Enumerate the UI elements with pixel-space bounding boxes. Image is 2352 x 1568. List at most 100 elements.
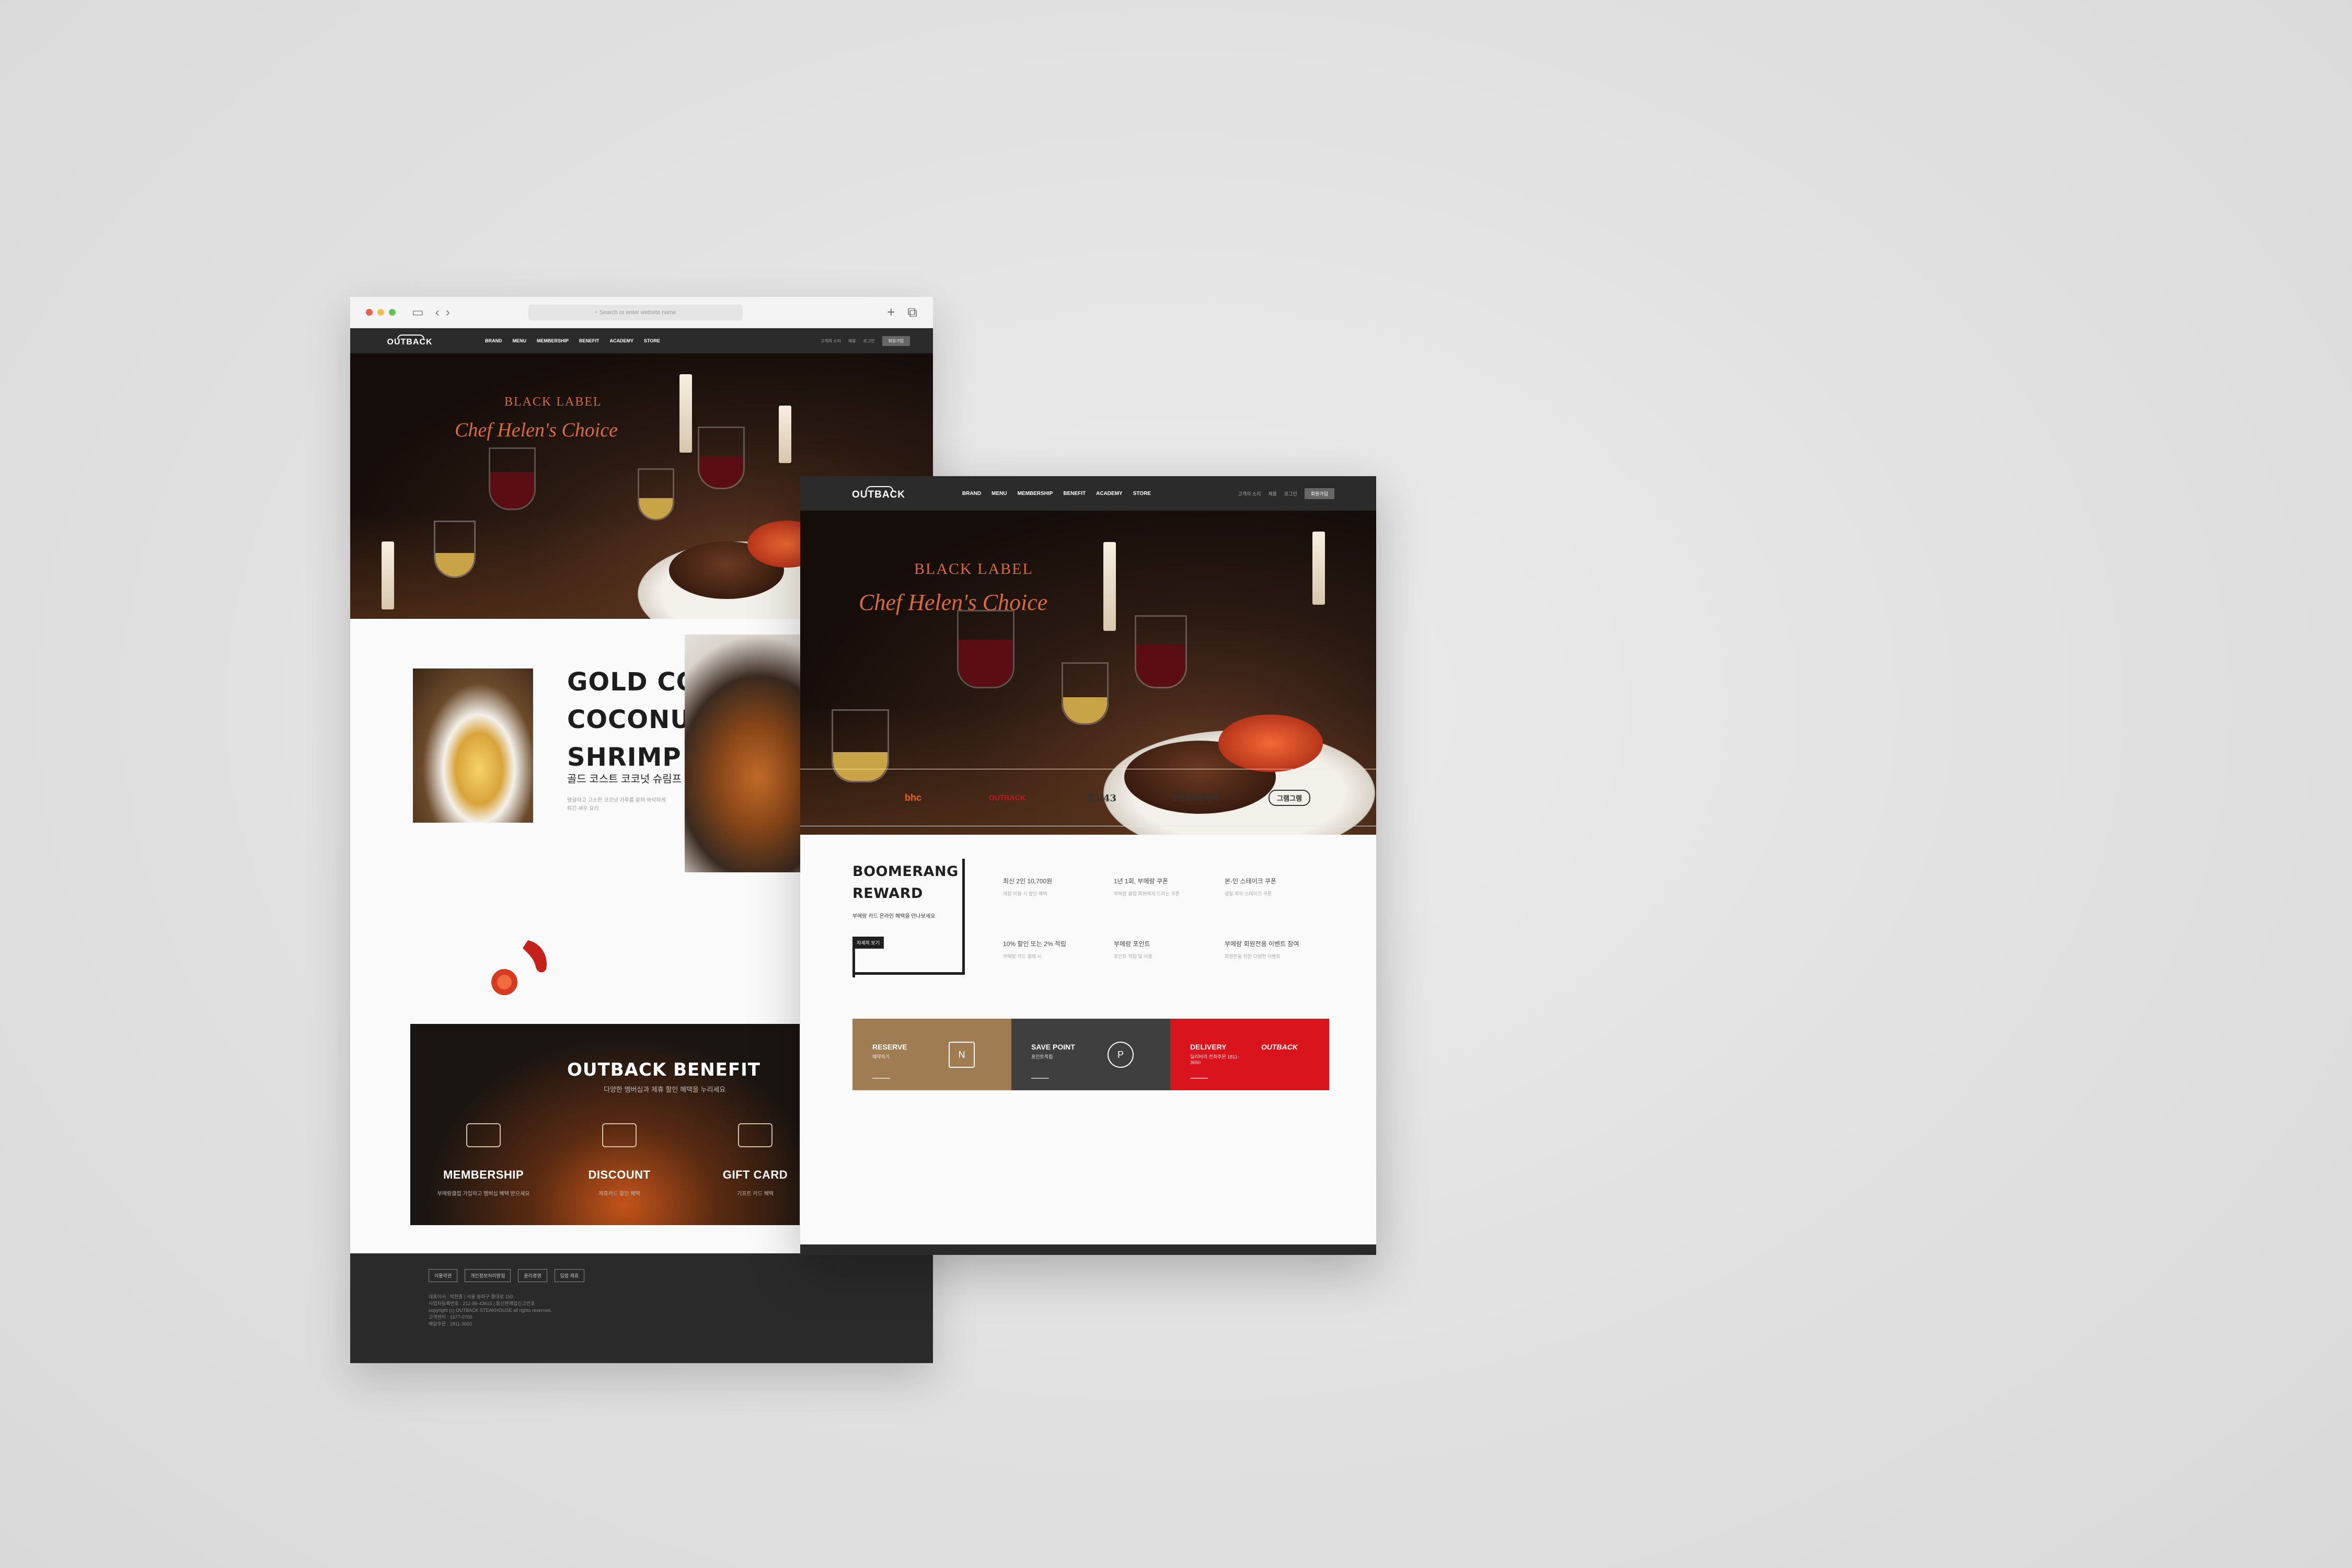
reward-feature-desc: 생일 축하 스테이크 쿠폰 [1225,891,1272,896]
candle-image [779,406,791,463]
menu-benefit[interactable]: BENEFIT [1063,491,1086,497]
forward-icon[interactable]: › [446,306,450,319]
benefit-card-membership[interactable]: MEMBERSHIP 부메랑클럽 가입하고 멤버십 혜택 받으세요 [431,1123,536,1198]
reward-feature-title: 최신 2인 10,700원 [1003,878,1053,885]
menu-store[interactable]: STORE [1133,491,1151,497]
benefit-card-desc: 기프트 카드 혜택 [737,1191,774,1197]
utility-links: 고객의 소리 채용 로그인 회원가입 [821,336,910,346]
brand-logo-bhc[interactable]: bhc [866,792,960,803]
join-button[interactable]: 회원가입 [1304,488,1334,499]
address-bar[interactable]: ⌕ Search or enter website name [528,304,743,320]
menu-benefit[interactable]: BENEFIT [579,338,599,343]
maximize-window-button[interactable] [389,309,396,316]
reward-feature: 본-인 스테이크 쿠폰 생일 축하 스테이크 쿠폰 [1225,877,1324,897]
hero-title: Chef Helen's Choice [455,419,618,441]
menu-brand[interactable]: BRAND [485,338,502,343]
footer-link-privacy[interactable]: 개인정보처리방침 [465,1269,511,1282]
family-brands-bar: bhc OUTBACK 창고43 큰맘할매순대국 그램그램 [800,769,1376,826]
address-placeholder: Search or enter website name [599,309,676,316]
reserve-icon: N [949,1042,975,1068]
wine-glass-image [1135,615,1187,688]
cta-subtitle: 딜리버리 전화주문 1811-3650 [1190,1054,1239,1065]
util-voice[interactable]: 고객의 소리 [821,338,841,344]
mockup-stage: ▭ ‹ › ⌕ Search or enter website name + ⧉… [0,0,2352,1568]
new-tab-icon[interactable]: + [887,304,895,321]
util-login[interactable]: 로그인 [1284,490,1297,497]
front-page-mockup: OUTBACK BRAND MENU MEMBERSHIP BENEFIT AC… [800,476,1376,1255]
sidebar-toggle-icon[interactable]: ▭ [412,306,424,319]
reward-feature-desc: 부메랑 클럽 회원에게 드리는 쿠폰 [1114,891,1180,896]
util-login[interactable]: 로그인 [863,338,874,344]
main-menu: BRAND MENU MEMBERSHIP BENEFIT ACADEMY ST… [962,491,1151,497]
brand-logo-gram[interactable]: 그램그램 [1269,789,1310,806]
site-footer: 이용약관 개인정보처리방침 윤리경영 입점 제휴 대표이사 : 박현종 | 서울… [350,1253,933,1363]
footer-link-terms[interactable]: 이용약관 [429,1269,458,1282]
brand-logo-sundae[interactable]: 큰맘할매순대국 [1148,792,1242,803]
menu-academy[interactable]: ACADEMY [610,338,634,343]
menu-brand[interactable]: BRAND [962,491,981,497]
benefit-card-desc: 제휴카드 할인 혜택 [598,1191,640,1197]
footer-links: 이용약관 개인정보처리방침 윤리경영 입점 제휴 [429,1269,855,1282]
delivery-button[interactable]: DELIVERY 딜리버리 전화주문 1811-3650 OUTBACK [1170,1019,1329,1090]
close-window-button[interactable] [366,309,373,316]
pepper-tomato-image [491,940,547,995]
reward-title: BOOMERANG REWARD [852,863,959,902]
footer-link-partner[interactable]: 입점 제휴 [554,1269,585,1282]
candle-image [679,374,692,453]
reserve-button[interactable]: RESERVE 예약하기 N [852,1019,1011,1090]
reward-feature-title: 부메랑 회원전용 이벤트 참여 [1225,940,1299,948]
menu-store[interactable]: STORE [644,338,660,343]
outback-delivery-logo: OUTBACK [1261,1043,1298,1051]
back-icon[interactable]: ‹ [435,306,440,319]
footer-info-line: copyright (c) OUTBACK STEAKHOUSE all rig… [429,1308,552,1313]
point-icon: P [1108,1042,1134,1068]
site-header: OUTBACK BRAND MENU MEMBERSHIP BENEFIT AC… [350,328,933,353]
reward-feature-desc: 매장 이용 시 할인 혜택 [1003,891,1047,896]
benefit-title: OUTBACK BENEFIT [567,1059,760,1080]
menu-membership[interactable]: MEMBERSHIP [1018,491,1053,497]
menu-menu[interactable]: MENU [513,338,527,343]
outback-logo[interactable]: OUTBACK [373,335,446,347]
util-recruit[interactable]: 채용 [848,338,856,344]
util-recruit[interactable]: 채용 [1268,490,1277,497]
front-footer-strip [800,1244,1376,1255]
boomerang-reward-section: BOOMERANG REWARD 부메랑 카드 온라인 혜택을 만나보세요 자세… [800,835,1376,1090]
reward-more-button[interactable]: 자세히 보기 [852,937,884,949]
white-wine-glass-image [1062,662,1109,725]
reward-feature-title: 1년 1회, 부메랑 쿠폰 [1114,878,1168,885]
minimize-window-button[interactable] [377,309,384,316]
reward-feature: 최신 2인 10,700원 매장 이용 시 할인 혜택 [1003,877,1102,897]
outback-logo[interactable]: OUTBACK [842,486,915,501]
feature-subtitle: 골드 코스트 코코넛 슈림프 [567,774,682,785]
cta-underline [1031,1078,1049,1079]
cta-underline [1190,1078,1208,1079]
hero-label: BLACK LABEL [914,560,1033,578]
benefit-card-name: MEMBERSHIP [443,1168,524,1181]
hero-label: BLACK LABEL [504,395,602,409]
feature-description: 탱글하고 고소한 코코넛 가루를 묻혀 바삭하게 튀긴 새우 요리 [567,798,666,812]
main-menu: BRAND MENU MEMBERSHIP BENEFIT ACADEMY ST… [485,338,660,343]
quick-action-row: RESERVE 예약하기 N SAVE POINT 포인트적립 P DELIVE… [852,1019,1329,1090]
brand-logo-outback[interactable]: OUTBACK [960,793,1054,802]
footer-link-ethics[interactable]: 윤리경영 [518,1269,547,1282]
menu-membership[interactable]: MEMBERSHIP [537,338,569,343]
util-voice[interactable]: 고객의 소리 [1238,490,1261,497]
tabs-overview-icon[interactable]: ⧉ [907,304,917,321]
discount-tag-icon [602,1123,637,1147]
benefit-card-gift[interactable]: GIFT CARD 기프트 카드 혜택 [703,1123,800,1198]
footer-info-line: 사업자등록번호 : 212-86-43615 | 통신판매업신고번호 [429,1301,535,1306]
candle-image [1312,532,1325,605]
shrimp-image [1218,714,1323,772]
footer-info-line: 고객센터 : 1577-0700 [429,1315,472,1320]
menu-academy[interactable]: ACADEMY [1096,491,1123,497]
benefit-card-discount[interactable]: DISCOUNT 제휴카드 할인 혜택 [567,1123,672,1198]
footer-info-line: 배달주문 : 1811-3650 [429,1321,472,1327]
reward-feature: 부메랑 회원전용 이벤트 참여 회원만을 위한 다양한 이벤트 [1225,939,1324,960]
wine-glass-image [957,610,1014,688]
benefit-banner: OUTBACK BENEFIT 다양한 멤버십과 제휴 할인 혜택을 누리세요 … [410,1024,800,1225]
menu-menu[interactable]: MENU [991,491,1007,497]
save-point-button[interactable]: SAVE POINT 포인트적립 P [1011,1019,1170,1090]
join-button[interactable]: 회원가입 [882,336,910,346]
brand-logo-changgo[interactable]: 창고43 [1054,791,1148,804]
reward-feature: 10% 할인 또는 2% 적립 부메랑 카드 결제 시 [1003,939,1102,960]
